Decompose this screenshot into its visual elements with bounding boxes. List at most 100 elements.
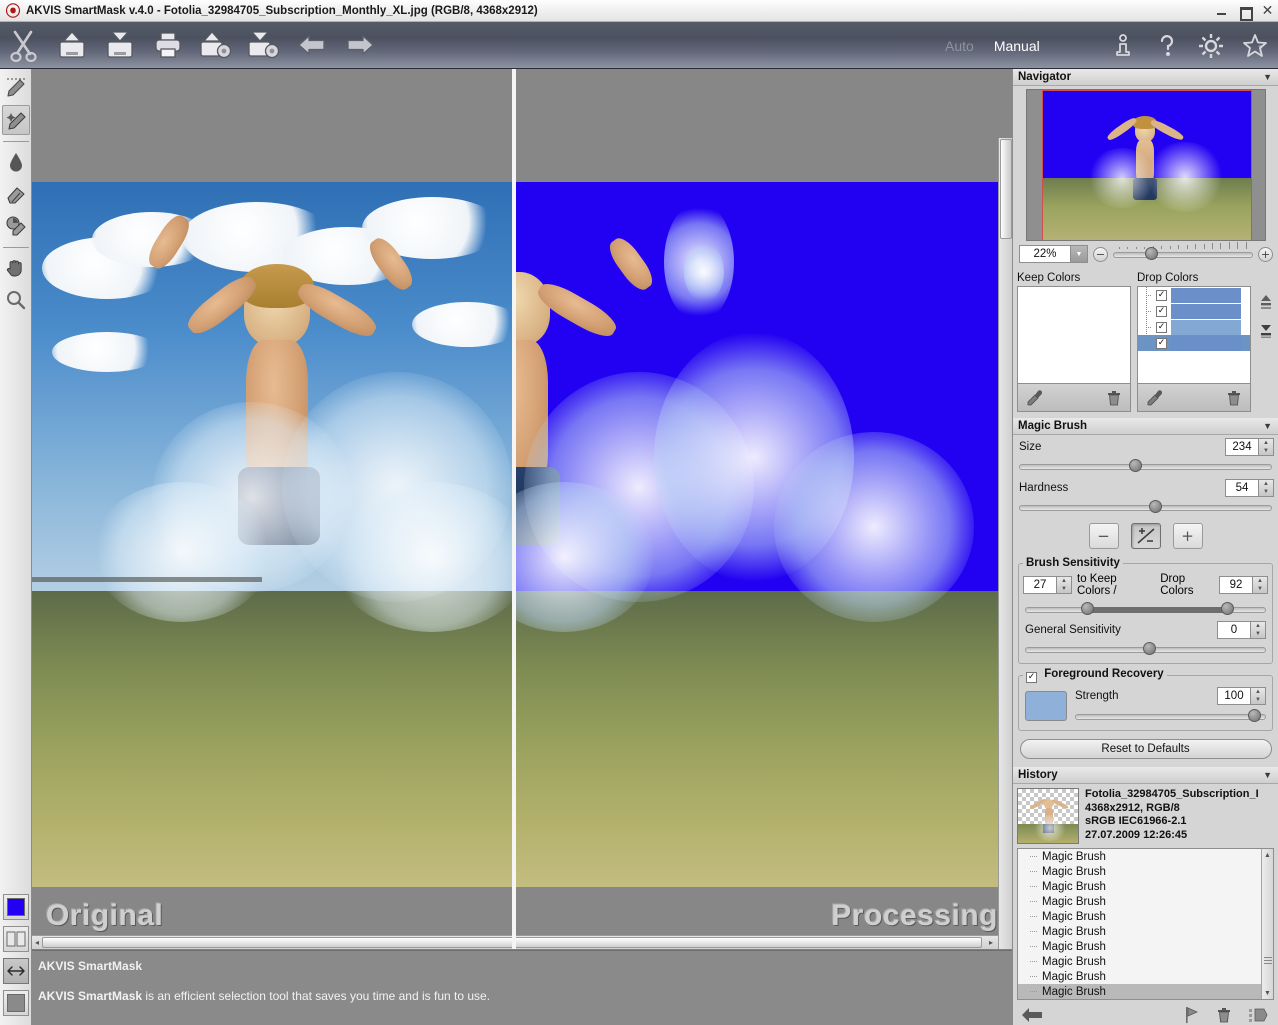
- history-brush-tool[interactable]: [2, 211, 30, 241]
- history-panel-header[interactable]: History ▼: [1013, 767, 1278, 784]
- general-sensitivity-spinner[interactable]: ▲▼: [1217, 621, 1266, 639]
- strength-slider[interactable]: [1075, 708, 1266, 724]
- history-flag-icon[interactable]: [1184, 1006, 1200, 1024]
- close-button[interactable]: ✕: [1261, 4, 1274, 18]
- hardness-spinner[interactable]: ▲▼: [1225, 479, 1274, 497]
- keep-sensitivity-input[interactable]: [1023, 576, 1057, 594]
- chevron-down-icon[interactable]: ▼: [1263, 72, 1272, 82]
- keep-colors-list[interactable]: [1017, 286, 1131, 384]
- drop-colors-list[interactable]: ✓ ✓ ✓ ✓: [1137, 286, 1251, 384]
- canvas-vertical-scrollbar[interactable]: [998, 138, 1012, 949]
- history-step-back-icon[interactable]: [1021, 1007, 1043, 1023]
- history-list-item[interactable]: Magic Brush: [1018, 969, 1273, 984]
- split-view-divider[interactable]: [512, 69, 516, 949]
- zoom-dropdown-button[interactable]: ▼: [1071, 245, 1088, 263]
- eraser-tool[interactable]: [2, 179, 30, 209]
- drop-sensitivity-spinner[interactable]: ▲▼: [1219, 576, 1268, 594]
- magic-brush-panel-header[interactable]: Magic Brush ▼: [1013, 418, 1278, 435]
- history-list-item[interactable]: Magic Brush: [1018, 909, 1273, 924]
- history-thumbnail[interactable]: [1017, 788, 1079, 844]
- load-preset-button[interactable]: [192, 22, 240, 69]
- move-color-up-icon[interactable]: [1258, 294, 1274, 310]
- history-list-item[interactable]: Magic Brush: [1018, 984, 1273, 999]
- keep-sensitivity-stepper[interactable]: ▲ ▼: [1057, 576, 1072, 594]
- chevron-down-icon[interactable]: ▼: [1263, 421, 1272, 431]
- slider-knob[interactable]: [1143, 642, 1156, 655]
- slider-knob[interactable]: [1248, 709, 1261, 722]
- size-slider[interactable]: [1019, 458, 1272, 474]
- selection-brush-tool[interactable]: [2, 73, 30, 103]
- navigator-panel-header[interactable]: Navigator ▼: [1013, 69, 1278, 86]
- open-image-button[interactable]: [48, 22, 96, 69]
- drop-color-swatch[interactable]: [1171, 319, 1241, 335]
- zoom-out-button[interactable]: −: [1093, 246, 1108, 262]
- drop-color-checkbox[interactable]: ✓: [1156, 289, 1167, 301]
- size-stepper[interactable]: ▲ ▼: [1259, 438, 1274, 456]
- image-canvas[interactable]: Original Processing: [32, 69, 1012, 949]
- favorites-icon[interactable]: ?: [1240, 22, 1270, 69]
- strength-spinner[interactable]: ▲▼: [1217, 687, 1266, 705]
- hardness-input[interactable]: [1225, 479, 1259, 497]
- history-list-item[interactable]: Magic Brush: [1018, 954, 1273, 969]
- mode-manual-button[interactable]: Manual: [994, 38, 1040, 54]
- zoom-value-input[interactable]: 22%: [1019, 245, 1071, 263]
- zoom-tool[interactable]: [2, 285, 30, 315]
- foreground-recovery-checkbox[interactable]: ✓: [1026, 672, 1037, 683]
- save-preset-button[interactable]: [240, 22, 288, 69]
- history-list-item[interactable]: Magic Brush: [1018, 849, 1273, 864]
- restore-button[interactable]: [1238, 5, 1253, 21]
- slider-knob-high[interactable]: [1221, 602, 1234, 615]
- save-image-button[interactable]: [96, 22, 144, 69]
- foreground-color-swatch[interactable]: [1025, 690, 1067, 721]
- scrollbar-thumb[interactable]: [1000, 139, 1012, 239]
- drop-sensitivity-input[interactable]: [1219, 576, 1253, 594]
- scroll-up-arrow[interactable]: ▲: [1262, 849, 1273, 861]
- general-sensitivity-input[interactable]: [1217, 621, 1251, 639]
- drop-color-swatch[interactable]: [1171, 287, 1241, 303]
- drop-color-swatch[interactable]: [1171, 335, 1241, 351]
- slider-knob[interactable]: [1145, 247, 1158, 260]
- scrollbar-grip[interactable]: [1264, 957, 1272, 967]
- hand-tool[interactable]: [2, 253, 30, 283]
- navigator-viewport-frame[interactable]: [1041, 90, 1252, 240]
- drop-color-row[interactable]: ✓: [1138, 335, 1250, 351]
- undo-button[interactable]: [288, 22, 336, 69]
- history-list-item[interactable]: Magic Brush: [1018, 864, 1273, 879]
- redo-button[interactable]: [336, 22, 384, 69]
- print-image-button[interactable]: [144, 22, 192, 69]
- sensitivity-range-slider[interactable]: [1025, 601, 1266, 617]
- size-input[interactable]: [1225, 438, 1259, 456]
- secondary-color-swatch[interactable]: [2, 990, 29, 1016]
- keep-sensitivity-spinner[interactable]: ▲▼: [1023, 576, 1072, 594]
- slider-knob[interactable]: [1129, 459, 1142, 472]
- zoom-in-button[interactable]: +: [1258, 246, 1273, 262]
- magic-brush-tool[interactable]: [1, 105, 30, 135]
- drop-color-row[interactable]: ✓: [1138, 287, 1250, 303]
- history-delete-icon[interactable]: [1216, 1006, 1232, 1024]
- reset-to-defaults-button[interactable]: Reset to Defaults: [1019, 739, 1272, 759]
- drop-color-swatch[interactable]: [1171, 303, 1241, 319]
- drop-color-row[interactable]: ✓: [1138, 319, 1250, 335]
- size-spinner[interactable]: ▲▼: [1225, 438, 1274, 456]
- drop-color-checkbox[interactable]: ✓: [1156, 337, 1167, 349]
- strength-input[interactable]: [1217, 687, 1251, 705]
- info-icon[interactable]: [1108, 22, 1138, 69]
- drop-trash-icon[interactable]: [1226, 389, 1242, 407]
- brush-mode-minus-button[interactable]: −: [1088, 523, 1119, 549]
- split-view-toggle[interactable]: [2, 926, 29, 952]
- brush-mode-plus-button[interactable]: +: [1172, 523, 1203, 549]
- history-options-icon[interactable]: [1248, 1007, 1268, 1023]
- drop-color-checkbox[interactable]: ✓: [1156, 305, 1167, 317]
- background-color-swatch[interactable]: [2, 894, 29, 920]
- slider-knob-low[interactable]: [1081, 602, 1094, 615]
- slider-knob[interactable]: [1149, 500, 1162, 513]
- drop-sensitivity-stepper[interactable]: ▲ ▼: [1253, 576, 1268, 594]
- brush-mode-plusminus-button[interactable]: [1130, 523, 1161, 549]
- history-list-item[interactable]: Magic Brush: [1018, 924, 1273, 939]
- swap-view-toggle[interactable]: [2, 958, 29, 984]
- drop-eyedropper-icon[interactable]: [1146, 389, 1164, 407]
- keep-eyedropper-icon[interactable]: [1026, 389, 1044, 407]
- drop-tool[interactable]: [2, 147, 30, 177]
- history-list-item[interactable]: Magic Brush: [1018, 894, 1273, 909]
- help-icon[interactable]: [1152, 22, 1182, 69]
